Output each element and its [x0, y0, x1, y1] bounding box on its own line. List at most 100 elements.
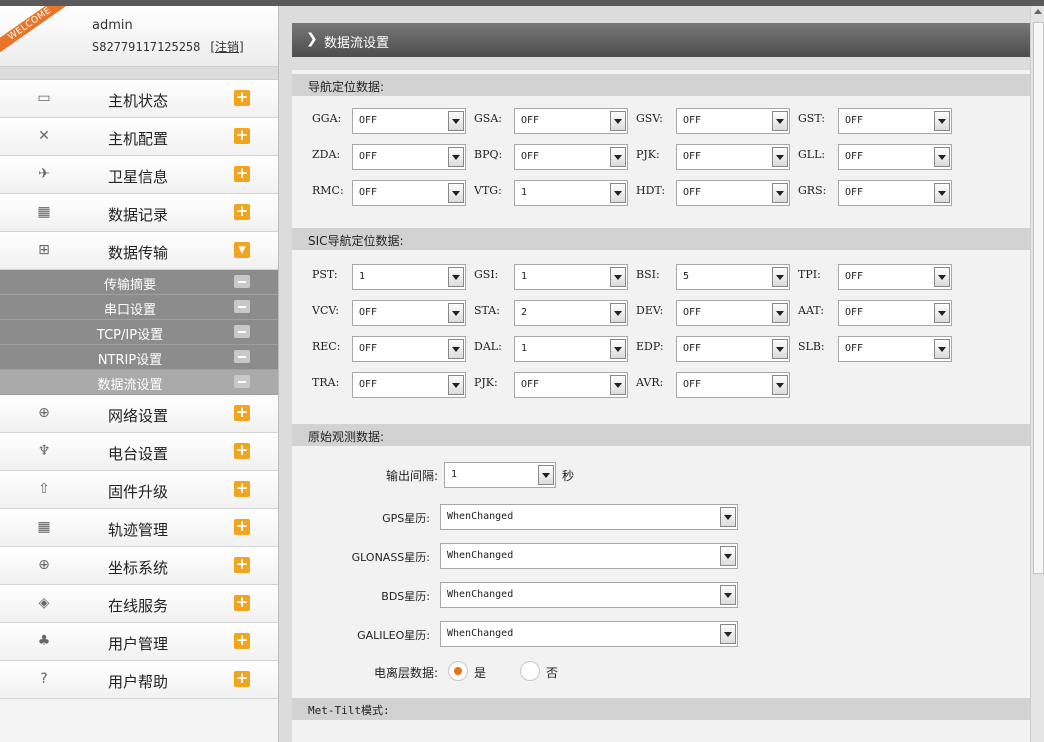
field-select[interactable]: OFF — [352, 300, 466, 326]
expand-icon[interactable]: + — [234, 481, 250, 497]
chevron-down-icon[interactable] — [772, 183, 788, 203]
submenu-item-2[interactable]: 串口设置 — [0, 295, 278, 320]
field-select[interactable]: 5 — [676, 264, 790, 290]
gps-ephemeris-select[interactable]: WhenChanged — [440, 504, 738, 530]
chevron-down-icon[interactable] — [934, 339, 950, 359]
field-select[interactable]: 1 — [514, 180, 628, 206]
ionosphere-no-radio[interactable] — [520, 661, 540, 681]
chevron-down-icon[interactable] — [772, 111, 788, 131]
chevron-down-icon[interactable] — [934, 303, 950, 323]
field-select[interactable]: OFF — [676, 144, 790, 170]
expand-icon[interactable]: + — [234, 671, 250, 687]
chevron-down-icon[interactable] — [448, 267, 464, 287]
minus-icon[interactable] — [234, 350, 250, 363]
logout-link[interactable]: [注销] — [210, 40, 243, 54]
expand-icon[interactable]: + — [234, 595, 250, 611]
sidebar-item-3[interactable]: ✈ 卫星信息 + — [0, 156, 278, 194]
chevron-down-icon[interactable] — [772, 267, 788, 287]
sidebar-item-5[interactable]: ⊞ 数据传输 ▾ — [0, 232, 278, 270]
chevron-down-icon[interactable] — [772, 375, 788, 395]
chevron-down-icon[interactable] — [448, 111, 464, 131]
field-select[interactable]: 1 — [514, 336, 628, 362]
sidebar-item-5[interactable]: ⊕ 坐标系统 + — [0, 547, 278, 585]
minus-icon[interactable] — [234, 275, 250, 288]
sidebar-item-4[interactable]: ▦ 数据记录 + — [0, 194, 278, 232]
chevron-down-icon[interactable] — [772, 147, 788, 167]
expand-icon[interactable]: + — [234, 90, 250, 106]
scrollbar[interactable] — [1030, 6, 1044, 742]
field-select[interactable]: OFF — [838, 336, 952, 362]
expand-icon[interactable]: + — [234, 405, 250, 421]
field-select[interactable]: 1 — [514, 264, 628, 290]
chevron-down-icon[interactable] — [448, 147, 464, 167]
expand-icon[interactable]: + — [234, 443, 250, 459]
minus-icon[interactable] — [234, 325, 250, 338]
chevron-down-icon[interactable] — [448, 303, 464, 323]
chevron-down-icon[interactable] — [934, 183, 950, 203]
field-select[interactable]: OFF — [514, 108, 628, 134]
chevron-down-icon[interactable] — [772, 339, 788, 359]
chevron-down-icon[interactable] — [610, 339, 626, 359]
scrollbar-thumb[interactable] — [1033, 22, 1044, 574]
field-select[interactable]: OFF — [514, 372, 628, 398]
field-select[interactable]: 2 — [514, 300, 628, 326]
field-select[interactable]: OFF — [676, 180, 790, 206]
field-select[interactable]: OFF — [514, 144, 628, 170]
bds-ephemeris-select[interactable]: WhenChanged — [440, 582, 738, 608]
sidebar-item-1[interactable]: ⊕ 网络设置 + — [0, 395, 278, 433]
ionosphere-yes-radio[interactable] — [448, 661, 468, 681]
expand-icon[interactable]: + — [234, 166, 250, 182]
chevron-down-icon[interactable] — [448, 339, 464, 359]
field-select[interactable]: OFF — [838, 264, 952, 290]
field-select[interactable]: OFF — [838, 108, 952, 134]
submenu-item-4[interactable]: NTRIP设置 — [0, 345, 278, 370]
chevron-down-icon[interactable] — [772, 303, 788, 323]
submenu-item-1[interactable]: 传输摘要 — [0, 270, 278, 295]
field-select[interactable]: OFF — [676, 336, 790, 362]
expand-icon[interactable]: + — [234, 519, 250, 535]
chevron-down-icon[interactable] — [610, 303, 626, 323]
chevron-down-icon[interactable] — [610, 111, 626, 131]
sidebar-item-2[interactable]: ✕ 主机配置 + — [0, 118, 278, 156]
submenu-item-5[interactable]: 数据流设置 — [0, 370, 278, 395]
expand-icon[interactable]: + — [234, 557, 250, 573]
field-select[interactable]: OFF — [352, 372, 466, 398]
chevron-down-icon[interactable] — [720, 507, 736, 527]
sidebar-item-3[interactable]: ⇧ 固件升级 + — [0, 471, 278, 509]
sidebar-item-6[interactable]: ◈ 在线服务 + — [0, 585, 278, 623]
sidebar-item-4[interactable]: ▦ 轨迹管理 + — [0, 509, 278, 547]
chevron-down-icon[interactable] — [720, 546, 736, 566]
submenu-item-3[interactable]: TCP/IP设置 — [0, 320, 278, 345]
scroll-up-icon[interactable] — [1034, 9, 1042, 14]
chevron-down-icon[interactable] — [934, 147, 950, 167]
chevron-down-icon[interactable] — [934, 267, 950, 287]
sidebar-item-7[interactable]: ♣ 用户管理 + — [0, 623, 278, 661]
field-select[interactable]: OFF — [838, 144, 952, 170]
field-select[interactable]: OFF — [352, 180, 466, 206]
interval-select[interactable]: 1 — [444, 462, 556, 488]
minus-icon[interactable] — [234, 375, 250, 388]
chevron-down-icon[interactable] — [610, 183, 626, 203]
field-select[interactable]: OFF — [838, 180, 952, 206]
chevron-down-icon[interactable] — [610, 375, 626, 395]
chevron-down-icon[interactable] — [720, 624, 736, 644]
expand-icon[interactable]: + — [234, 128, 250, 144]
minus-icon[interactable] — [234, 300, 250, 313]
chevron-down-icon[interactable] — [720, 585, 736, 605]
field-select[interactable]: OFF — [352, 108, 466, 134]
chevron-down-icon[interactable] — [448, 183, 464, 203]
collapse-icon[interactable]: ▾ — [234, 242, 250, 258]
chevron-down-icon[interactable] — [538, 465, 554, 485]
field-select[interactable]: OFF — [352, 144, 466, 170]
field-select[interactable]: OFF — [676, 372, 790, 398]
galileo-ephemeris-select[interactable]: WhenChanged — [440, 621, 738, 647]
chevron-down-icon[interactable] — [610, 267, 626, 287]
glonass-ephemeris-select[interactable]: WhenChanged — [440, 543, 738, 569]
field-select[interactable]: OFF — [676, 300, 790, 326]
field-select[interactable]: 1 — [352, 264, 466, 290]
chevron-down-icon[interactable] — [448, 375, 464, 395]
sidebar-item-1[interactable]: ▭ 主机状态 + — [0, 80, 278, 118]
field-select[interactable]: OFF — [352, 336, 466, 362]
chevron-down-icon[interactable] — [934, 111, 950, 131]
field-select[interactable]: OFF — [676, 108, 790, 134]
